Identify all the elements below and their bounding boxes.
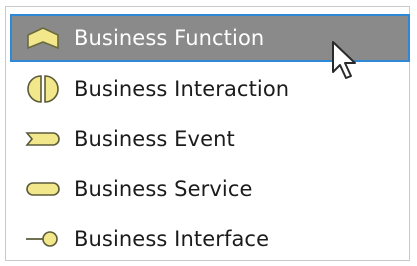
list-item-business-event[interactable]: Business Event: [10, 114, 410, 164]
list-item-business-service[interactable]: Business Service: [10, 164, 410, 214]
list-item-label: Business Service: [74, 177, 253, 201]
list-item-label: Business Event: [74, 127, 235, 151]
list-item-label: Business Function: [74, 26, 265, 50]
business-event-icon: [24, 124, 62, 154]
business-function-icon: [24, 23, 62, 53]
list-item-label: Business Interface: [74, 227, 270, 251]
business-interface-icon: [24, 224, 62, 254]
list-item-label: Business Interaction: [74, 77, 290, 101]
business-interaction-icon: [24, 74, 62, 104]
mouse-pointer-icon: [332, 41, 356, 79]
business-service-icon: [24, 174, 62, 204]
list-item-business-interface[interactable]: Business Interface: [10, 214, 410, 264]
